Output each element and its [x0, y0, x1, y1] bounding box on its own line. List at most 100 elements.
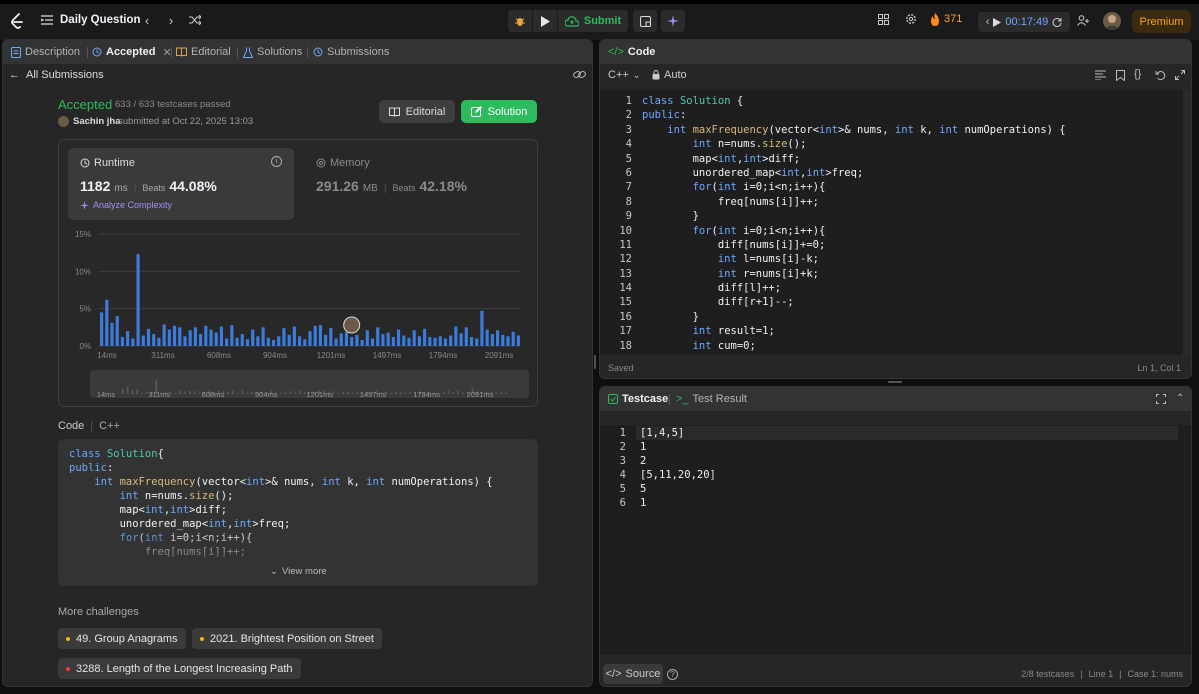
runtime-bar[interactable] [256, 336, 260, 346]
view-more-button[interactable]: ⌄ View more [270, 566, 327, 577]
runtime-bar[interactable] [469, 337, 474, 346]
runtime-bar[interactable] [334, 338, 338, 346]
format-icon[interactable] [1095, 70, 1106, 80]
runtime-bar[interactable] [303, 339, 307, 346]
tab-test-result[interactable]: >_ Test Result [676, 387, 747, 411]
share-link-icon[interactable] [573, 69, 586, 80]
reset-icon[interactable] [1052, 17, 1062, 27]
runtime-bar[interactable] [339, 333, 343, 346]
add-friend-icon[interactable] [1076, 13, 1090, 27]
runtime-bar[interactable] [407, 337, 411, 346]
runtime-bar[interactable] [454, 326, 458, 346]
runtime-bar[interactable] [105, 299, 109, 346]
testcase-line[interactable]: [1,4,5] [640, 426, 716, 440]
runtime-bar[interactable] [365, 330, 369, 346]
run-button[interactable] [533, 10, 557, 32]
prev-problem-icon[interactable]: ‹ [140, 13, 154, 28]
runtime-bar[interactable] [235, 337, 239, 346]
bookmark-icon[interactable] [1116, 70, 1125, 81]
runtime-bar[interactable] [350, 337, 354, 346]
shuffle-icon[interactable] [188, 13, 202, 27]
runtime-bar[interactable] [214, 332, 218, 346]
help-icon[interactable]: ? [667, 669, 678, 680]
tab-accepted[interactable]: Accepted ✕ [92, 40, 172, 64]
runtime-bar[interactable] [417, 336, 421, 346]
runtime-bar[interactable] [386, 332, 390, 346]
language-selector[interactable]: C++ ⌄ [608, 69, 640, 81]
premium-button[interactable]: Premium [1132, 10, 1191, 33]
runtime-bar[interactable] [423, 328, 427, 346]
runtime-bar[interactable] [152, 334, 156, 346]
testcase-line[interactable]: 5 [640, 482, 716, 496]
runtime-bar[interactable] [475, 338, 479, 346]
next-problem-icon[interactable]: › [164, 13, 178, 28]
runtime-bar[interactable] [141, 335, 145, 346]
challenge-item[interactable]: 49. Group Anagrams [58, 628, 186, 649]
play-icon[interactable] [993, 17, 1002, 27]
runtime-bar[interactable] [490, 334, 494, 346]
runtime-bar[interactable] [225, 338, 229, 346]
runtime-bar[interactable] [428, 337, 432, 346]
runtime-bar[interactable] [277, 336, 281, 346]
runtime-bar[interactable] [516, 335, 520, 346]
runtime-bar[interactable] [381, 334, 385, 346]
all-submissions-link[interactable]: ← All Submissions [9, 69, 104, 81]
runtime-bar[interactable] [495, 330, 500, 346]
submitted-code-block[interactable]: class Solution{public: int maxFrequency(… [58, 439, 538, 586]
runtime-bar[interactable] [219, 326, 223, 346]
solution-button[interactable]: Solution [461, 100, 537, 123]
runtime-bar[interactable] [298, 336, 302, 346]
runtime-bar[interactable] [318, 325, 322, 346]
runtime-bar[interactable] [172, 325, 177, 346]
leetcode-logo-icon[interactable] [8, 12, 26, 30]
runtime-bar[interactable] [443, 338, 448, 346]
timer-collapse-icon[interactable]: ‹ [986, 16, 990, 28]
expand-icon[interactable] [1156, 394, 1166, 404]
author-name[interactable]: Sachin jha [73, 116, 121, 127]
streak-counter[interactable]: 371 [930, 11, 962, 27]
analyze-complexity-link[interactable]: Analyze Complexity [80, 200, 172, 210]
runtime-bar[interactable] [126, 331, 130, 346]
source-button[interactable]: </> Source [603, 664, 663, 684]
editorial-button[interactable]: Editorial [379, 100, 455, 123]
runtime-bar[interactable] [282, 328, 286, 346]
maximize-icon[interactable] [1175, 70, 1185, 80]
notes-button[interactable] [633, 10, 657, 32]
runtime-bar[interactable] [204, 325, 208, 346]
runtime-bar[interactable] [376, 327, 380, 346]
runtime-bar[interactable] [261, 327, 265, 346]
runtime-bar[interactable] [438, 336, 442, 346]
runtime-bar[interactable] [100, 312, 104, 346]
runtime-bar[interactable] [480, 310, 484, 346]
memory-card[interactable]: Memory 291.26 MB | Beats 42.18% [304, 148, 530, 220]
runtime-bar[interactable] [370, 338, 375, 346]
tab-editorial[interactable]: Editorial [176, 40, 231, 64]
testcase-editor[interactable]: 123456 [1,4,5] 1 2 [5,11,20,20] 5 1 [600, 425, 1191, 655]
runtime-bar[interactable] [324, 334, 328, 346]
runtime-bar[interactable] [506, 336, 510, 346]
testcase-line[interactable]: 2 [640, 454, 716, 468]
runtime-bar[interactable] [501, 334, 505, 346]
testcase-line[interactable]: [5,11,20,20] [640, 468, 716, 482]
panel-resize-handle[interactable] [594, 355, 596, 369]
horizontal-resize-handle[interactable] [888, 381, 902, 383]
runtime-bar[interactable] [360, 340, 364, 346]
runtime-bar[interactable] [230, 325, 234, 346]
testcase-line[interactable]: 1 [640, 440, 716, 454]
runtime-bar[interactable] [511, 331, 515, 346]
runtime-bar[interactable] [167, 329, 171, 346]
runtime-bar[interactable] [308, 331, 312, 346]
runtime-bar[interactable] [313, 325, 317, 346]
runtime-bar[interactable] [397, 329, 401, 346]
challenge-item[interactable]: 3288. Length of the Longest Increasing P… [58, 658, 301, 679]
user-avatar[interactable] [1103, 12, 1121, 30]
auto-mode-toggle[interactable]: Auto [652, 69, 687, 81]
timer-widget[interactable]: ‹ 00:17:49 [978, 12, 1070, 32]
runtime-bar[interactable] [412, 330, 416, 346]
problem-list-icon[interactable] [40, 13, 54, 27]
runtime-bar[interactable] [245, 339, 250, 346]
layout-icon[interactable] [876, 12, 890, 26]
your-runtime-avatar-marker[interactable] [343, 316, 361, 334]
tab-description[interactable]: Description [11, 40, 80, 64]
tab-code[interactable]: </> Code [608, 40, 655, 64]
